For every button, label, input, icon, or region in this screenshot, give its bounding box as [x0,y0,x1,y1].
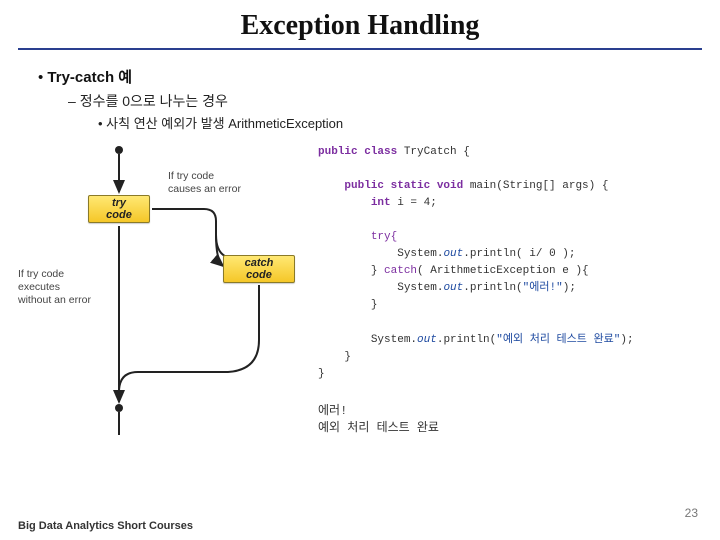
code-listing: public class TryCatch { public static vo… [318,140,702,383]
bullet-level-3: 사칙 연산 예외가 발생 ArithmeticException [98,113,702,132]
page-title: Exception Handling [18,0,702,50]
bullet-level-2: 정수를 0으로 나누는 경우 [68,91,702,111]
bullet-list: Try-catch 예 정수를 0으로 나누는 경우 사칙 연산 예외가 발생 … [0,50,720,132]
try-code-block: try code [88,195,150,223]
page-number: 23 [685,506,698,520]
catch-code-block: catch code [223,255,295,283]
error-path-label: If try codecauses an error [168,170,241,196]
code-column: public class TryCatch { public static vo… [318,140,702,440]
bullet-level-1: Try-catch 예 [38,66,702,87]
footer-text: Big Data Analytics Short Courses [18,520,193,532]
program-output: 에러! 예외 처리 테스트 완료 [318,401,702,435]
noerror-path-label: If try code executeswithout an error [18,268,108,307]
flowchart: try code catch code If try codecauses an… [18,140,308,440]
